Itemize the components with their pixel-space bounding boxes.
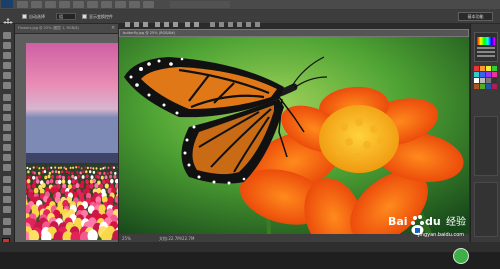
menu-item-help[interactable] [143, 1, 154, 8]
close-tab-icon[interactable]: × [111, 25, 115, 31]
flowers-image[interactable] [26, 43, 118, 240]
auto-select-value: 组 [59, 14, 63, 19]
blur-tool-icon[interactable] [3, 154, 11, 161]
zoom-level[interactable]: 25% [122, 236, 131, 241]
menu-extras [170, 1, 230, 8]
pen-tool-icon[interactable] [3, 176, 11, 183]
quick-select-tool-icon[interactable] [3, 62, 11, 69]
healing-brush-tool-icon[interactable] [3, 94, 11, 101]
move-tool-icon[interactable] [3, 32, 11, 39]
watermark-url: jingyan.baidu.com [418, 232, 465, 238]
workspace-switcher[interactable]: 基本功能 [458, 12, 493, 21]
close-icon[interactable] [487, 1, 497, 16]
marquee-tool-icon[interactable] [3, 42, 11, 49]
menu-item-3d[interactable] [101, 1, 112, 8]
menu-item-filter[interactable] [87, 1, 98, 8]
auto-select-checkbox[interactable] [22, 14, 27, 19]
menu-item-edit[interactable] [31, 1, 42, 8]
align-buttons[interactable] [125, 13, 205, 27]
tools-panel [0, 24, 15, 262]
menu-item-select[interactable] [73, 1, 84, 8]
type-tool-icon[interactable] [3, 186, 11, 193]
menu-item-image[interactable] [45, 1, 56, 8]
options-bar: 自动选择 组 显示变换控件 基本功能 [0, 10, 500, 27]
menu-item-file[interactable] [17, 1, 28, 8]
auto-select-label: 自动选择 [29, 14, 45, 19]
distribute-buttons[interactable] [210, 13, 270, 27]
document-tab-butterfly[interactable]: butterfly.jpg @ 25% (RGB/8#) [119, 29, 469, 37]
path-select-tool-icon[interactable] [3, 196, 11, 203]
document-tab-label: butterfly.jpg @ 25% (RGB/8#) [123, 31, 176, 35]
watermark-brand-cn: 经验 [446, 217, 466, 228]
watermark-brand-suffix: du [425, 215, 441, 228]
swatches-panel[interactable] [474, 66, 498, 106]
photoshop-logo-icon [1, 0, 13, 8]
butterfly-image[interactable] [119, 37, 469, 234]
crop-tool-icon[interactable] [3, 72, 11, 79]
hand-tool-icon[interactable] [3, 218, 11, 225]
menu-bar [0, 0, 500, 16]
move-tool-icon[interactable] [3, 12, 13, 27]
maximize-icon[interactable] [475, 1, 485, 15]
document-tab-label: Flowers.jpg @ 25% (图层 1, RGB/8) [18, 26, 79, 30]
history-brush-tool-icon[interactable] [3, 124, 11, 131]
bottom-shadow [0, 252, 500, 269]
show-transform-label: 显示变换控件 [89, 14, 113, 19]
document-size[interactable]: 文档:22.7M/22.7M [159, 236, 194, 241]
clone-stamp-tool-icon[interactable] [3, 114, 11, 121]
panel-dock [470, 24, 500, 242]
gradient-tool-icon[interactable] [3, 144, 11, 151]
watermark-brand: Bai [388, 215, 408, 228]
zoom-tool-icon[interactable] [3, 228, 11, 235]
menu-item-window[interactable] [129, 1, 140, 8]
document-tab-flowers[interactable]: Flowers.jpg @ 25% (图层 1, RGB/8) × [15, 24, 118, 34]
eraser-tool-icon[interactable] [3, 134, 11, 141]
dodge-tool-icon[interactable] [3, 164, 11, 171]
auto-select-dropdown[interactable]: 组 [56, 13, 76, 20]
shape-tool-icon[interactable] [3, 206, 11, 213]
show-transform-checkbox[interactable] [82, 14, 87, 19]
layers-panel[interactable] [474, 182, 498, 237]
lasso-tool-icon[interactable] [3, 52, 11, 59]
status-circle-icon [453, 248, 469, 264]
menu-item-view[interactable] [115, 1, 126, 8]
adjustments-panel[interactable] [474, 116, 498, 176]
baidu-watermark: Bai du 经验 jingyan.baidu.com [388, 213, 476, 241]
color-panel[interactable] [474, 32, 498, 62]
brush-tool-icon[interactable] [3, 104, 11, 111]
minimize-icon[interactable] [463, 1, 473, 15]
bottom-area [0, 242, 500, 269]
menu-item-layer[interactable] [59, 1, 70, 8]
eyedropper-tool-icon[interactable] [3, 82, 11, 89]
